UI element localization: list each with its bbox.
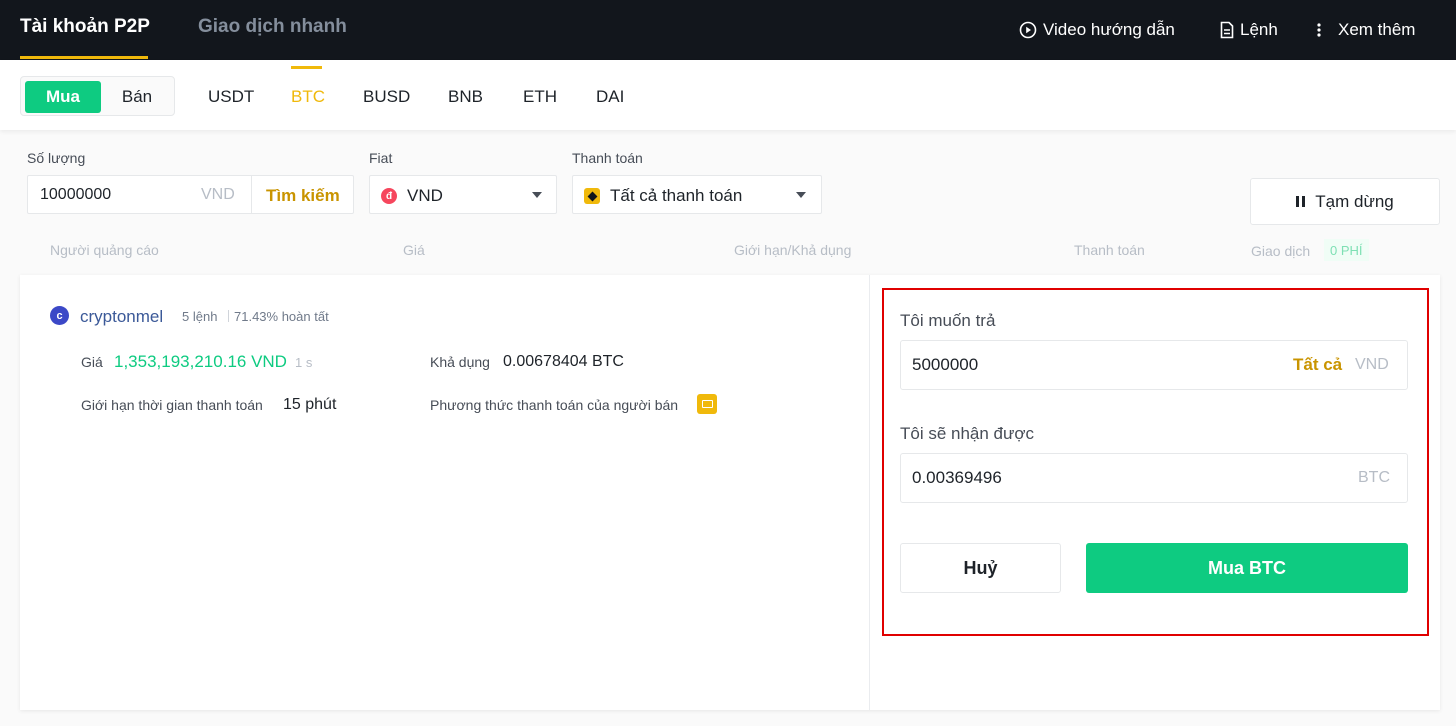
available-value: 0.00678404 BTC (503, 353, 624, 370)
receive-amount-field[interactable]: 0.00369496 BTC (900, 453, 1408, 503)
tab-express-trade[interactable]: Giao dịch nhanh (198, 16, 347, 38)
pay-amount-field[interactable]: 5000000 Tất cả VND (900, 340, 1408, 390)
amount-input[interactable]: 10000000 (40, 186, 111, 204)
price-label: Giá (81, 354, 103, 370)
pay-unit: VND (1355, 356, 1389, 373)
caret-down-icon (796, 192, 806, 198)
document-icon (1220, 21, 1234, 39)
orders-label: Lệnh (1240, 20, 1278, 39)
col-payment: Thanh toán (1074, 242, 1145, 258)
more-vertical-icon (1314, 21, 1324, 39)
stat-divider (228, 310, 229, 322)
more-label: Xem thêm (1338, 20, 1416, 39)
asset-tab-dai[interactable]: DAI (596, 87, 624, 107)
more-link[interactable]: Xem thêm (1314, 20, 1415, 40)
payment-select[interactable]: Tất cả thanh toán (572, 175, 822, 214)
amount-divider (251, 176, 252, 213)
video-guide-label: Video hướng dẫn (1043, 20, 1175, 39)
amount-label: Số lượng (27, 150, 86, 166)
col-limit: Giới hạn/Khả dụng (734, 242, 852, 258)
video-guide-link[interactable]: Video hướng dẫn (1019, 20, 1175, 40)
payment-selected-value: Tất cả thanh toán (610, 186, 743, 205)
asset-tab-busd[interactable]: BUSD (363, 87, 410, 107)
available-label: Khả dụng (430, 354, 490, 370)
payment-method-label: Phương thức thanh toán của người bán (430, 397, 679, 413)
receive-amount-label: Tôi sẽ nhận được (900, 424, 1035, 443)
avatar: c (50, 306, 69, 325)
asset-tab-eth[interactable]: ETH (523, 87, 557, 107)
sell-toggle-button[interactable]: Bán (101, 81, 173, 113)
price-age: 1 s (295, 355, 313, 370)
top-header: Tài khoản P2P Giao dịch nhanh Video hướn… (0, 0, 1456, 60)
col-price: Giá (403, 242, 425, 258)
vnd-currency-icon: đ (381, 188, 397, 204)
active-tab-indicator (20, 56, 148, 59)
advertiser-name-link[interactable]: cryptonmel (80, 307, 163, 327)
pause-button[interactable]: Tạm dừng (1250, 178, 1440, 225)
time-limit-label: Giới hạn thời gian thanh toán (81, 397, 263, 413)
asset-tab-usdt[interactable]: USDT (208, 87, 254, 107)
search-button[interactable]: Tìm kiếm (266, 186, 340, 206)
fiat-selected-value: VND (407, 186, 443, 205)
fiat-select[interactable]: đ VND (369, 175, 557, 214)
amount-unit: VND (201, 186, 235, 203)
pay-amount-input[interactable]: 5000000 (912, 355, 978, 375)
card-divider (869, 275, 870, 710)
zero-fee-badge: 0 PHÍ (1324, 239, 1369, 261)
receive-unit: BTC (1358, 469, 1390, 486)
col-advertiser: Người quảng cáo (50, 242, 159, 258)
play-circle-icon (1019, 21, 1037, 39)
asset-tab-bnb[interactable]: BNB (448, 87, 483, 107)
caret-down-icon (532, 192, 542, 198)
cancel-button[interactable]: Huỷ (900, 543, 1061, 593)
pay-all-button[interactable]: Tất cả (1293, 355, 1342, 375)
time-limit-value: 15 phút (283, 396, 337, 413)
bank-card-icon (697, 394, 717, 414)
binance-logo-icon (584, 188, 600, 204)
price-value: 1,353,193,210.16 VND (114, 352, 287, 371)
pause-label: Tạm dừng (1315, 191, 1394, 211)
active-asset-indicator (291, 66, 322, 69)
tab-p2p-account[interactable]: Tài khoản P2P (20, 16, 150, 38)
buy-toggle-button[interactable]: Mua (25, 81, 101, 113)
col-trade: Giao dịch (1251, 243, 1311, 259)
buy-btc-button[interactable]: Mua BTC (1086, 543, 1408, 593)
payment-label: Thanh toán (572, 150, 643, 166)
fiat-label: Fiat (369, 150, 393, 166)
receive-amount-input[interactable]: 0.00369496 (912, 468, 1002, 488)
buy-sell-toggle: Mua Bán (20, 76, 175, 116)
advertiser-completion-rate: 71.43% hoàn tất (234, 309, 329, 324)
pause-icon (1296, 196, 1306, 207)
asset-tab-btc[interactable]: BTC (291, 87, 325, 107)
amount-filter: 10000000 VND Tìm kiếm (27, 175, 354, 214)
orders-link[interactable]: Lệnh (1220, 20, 1278, 40)
asset-bar: Mua Bán USDT BTC BUSD BNB ETH DAI (0, 60, 1456, 130)
advertiser-order-count: 5 lệnh (182, 309, 218, 324)
pay-amount-label: Tôi muốn trả (900, 311, 996, 330)
